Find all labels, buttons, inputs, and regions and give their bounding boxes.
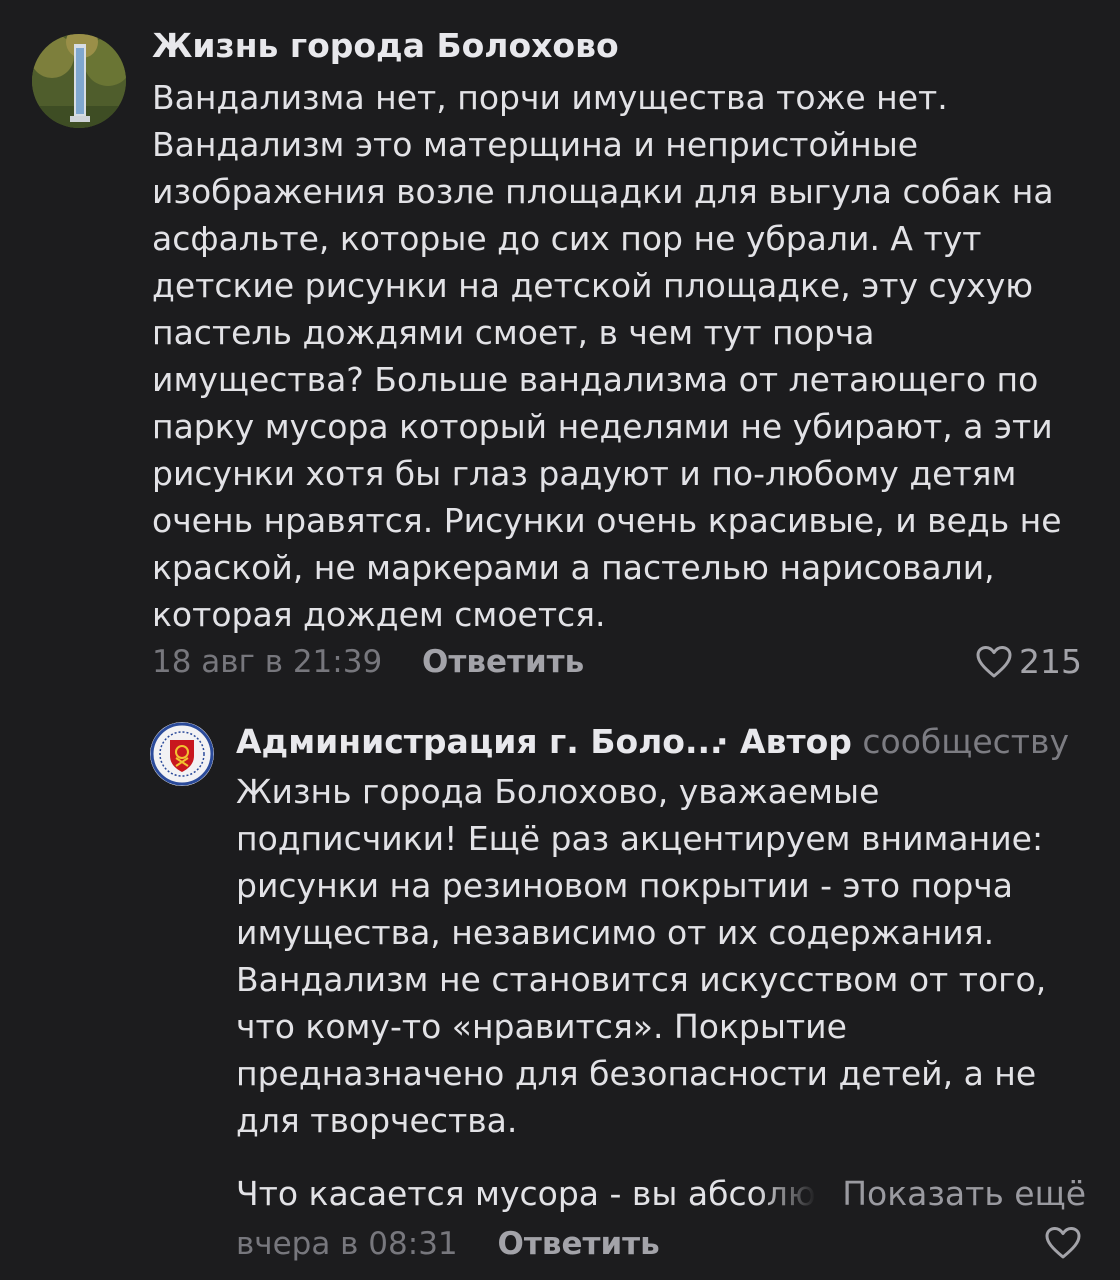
comment-time: вчера в 08:31 [236,1226,458,1262]
comment-author[interactable]: Жизнь города Болохово [152,26,619,65]
comment-meta: 18 авг в 21:39 Ответить [152,644,584,680]
stele-avatar-icon[interactable] [32,34,126,128]
like-count: 215 [1019,642,1082,681]
comment-text: Вандализма нет, порчи имущества тоже нет… [152,78,1062,634]
heart-outline-icon [975,645,1013,679]
reply-button[interactable]: Ответить [498,1226,660,1262]
heart-outline-icon [1044,1226,1082,1260]
author-suffix: сообществу [862,722,1069,761]
comment-meta: вчера в 08:31 Ответить [236,1226,660,1262]
coat-of-arms-icon[interactable] [150,722,214,786]
reply-button[interactable]: Ответить [422,644,584,680]
show-more-button[interactable]: Показать ещё [834,1170,1086,1217]
truncated-text: Что касается мусора - вы абсолю [236,1174,816,1213]
comment-text: Жизнь города Болохово, уважаемые подписч… [236,772,1047,1140]
comment-time: 18 авг в 21:39 [152,644,383,680]
like-button[interactable]: 215 [975,642,1082,681]
author-badge-line: · Автор сообществу [716,722,1069,761]
fade-overlay [755,1175,816,1216]
comment-author[interactable]: Администрация г. Боло... [236,722,723,761]
like-button[interactable] [1044,1226,1082,1260]
author-badge: · Автор [716,722,852,761]
